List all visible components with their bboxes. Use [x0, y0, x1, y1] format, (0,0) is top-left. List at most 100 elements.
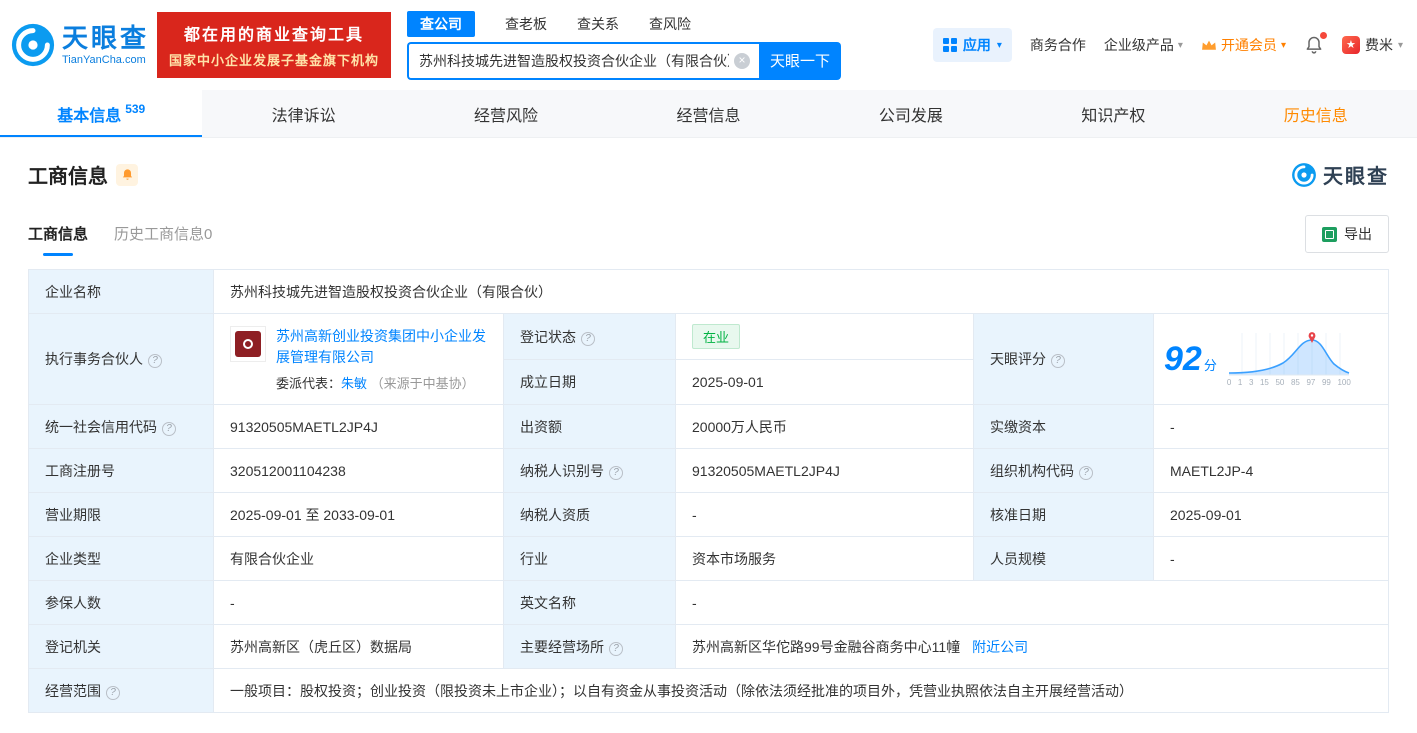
chart-tick: 0	[1226, 378, 1232, 387]
partner-logo[interactable]	[230, 326, 266, 362]
score-chart: 0 1 3 15 50 85 97 99 100	[1226, 331, 1351, 387]
chevron-down-icon: ▾	[1280, 39, 1286, 51]
nearby-companies-link[interactable]: 附近公司	[972, 639, 1028, 655]
label-text: 纳税人识别号	[520, 462, 604, 479]
field-label-established-date: 成立日期	[503, 359, 676, 405]
label-text: 行业	[520, 550, 548, 567]
label-text: 英文名称	[520, 594, 576, 611]
field-label-paid-capital: 实缴资本	[973, 404, 1154, 449]
section-header: 工商信息 天眼查	[28, 160, 1389, 189]
registration-authority-value: 苏州高新区（虎丘区）数据局	[213, 624, 504, 669]
industry-value: 资本市场服务	[675, 536, 974, 581]
uscc-value: 91320505MAETL2JP4J	[213, 404, 504, 449]
label-text: 出资额	[520, 418, 562, 435]
field-label-staff-size: 人员规模	[973, 536, 1154, 581]
subtab-history-business-info[interactable]: 历史工商信息0	[114, 223, 212, 246]
business-address-value: 苏州高新区华佗路99号金融谷商务中心11幢	[692, 638, 961, 655]
apps-menu[interactable]: 应用 ▾	[932, 28, 1012, 62]
paid-capital-value: -	[1153, 404, 1389, 449]
capital-value: 20000万人民币	[675, 404, 974, 449]
tianyancha-logo-icon	[11, 23, 55, 67]
field-label-registration-authority: 登记机关	[28, 624, 214, 669]
search-row: × 天眼一下	[407, 41, 842, 80]
partner-company-link[interactable]: 苏州高新创业投资集团中小企业发展管理有限公司	[276, 326, 487, 368]
company-type-value: 有限合伙企业	[213, 536, 504, 581]
subscribe-bell-button[interactable]	[116, 163, 138, 186]
search-input[interactable]	[407, 41, 760, 80]
clear-search-icon[interactable]: ×	[734, 52, 751, 69]
delegate-person-link[interactable]: 朱敏	[341, 376, 367, 391]
tab-history-info[interactable]: 历史信息	[1215, 90, 1417, 137]
search-tab-boss[interactable]: 查老板	[505, 14, 547, 34]
slogan-line2: 国家中小企业发展子基金旗下机构	[169, 53, 380, 68]
info-icon[interactable]	[106, 685, 120, 700]
insured-count-value: -	[213, 580, 504, 625]
chart-tick: 100	[1337, 378, 1351, 387]
chart-tick: 50	[1275, 378, 1285, 387]
taxpayer-qualification-value: -	[675, 492, 974, 537]
label-text: 执行事务合伙人	[45, 351, 143, 367]
username: 费米	[1364, 37, 1393, 53]
search-tab-relation[interactable]: 查关系	[577, 14, 619, 34]
tianyancha-score-cell: 92 分 0 1 3 15 50 85 97 99 100	[1153, 313, 1389, 405]
info-icon[interactable]	[162, 421, 176, 436]
field-label-executive-partner: 执行事务合伙人	[28, 313, 214, 405]
field-label-taxpayer-id: 纳税人识别号	[503, 448, 676, 493]
vip-menu[interactable]: 开通会员 ▾	[1201, 35, 1286, 55]
subtab-business-info[interactable]: 工商信息	[28, 223, 88, 246]
export-button[interactable]: 导出	[1305, 215, 1389, 253]
label-text: 企业类型	[45, 550, 101, 567]
score-number: 92	[1164, 339, 1202, 378]
slogan-line1: 都在用的商业查询工具	[184, 27, 365, 44]
tab-basic-info[interactable]: 基本信息 539	[0, 90, 203, 137]
info-icon[interactable]	[581, 331, 595, 346]
approval-date-value: 2025-09-01	[1153, 492, 1389, 537]
english-name-value: -	[675, 580, 1389, 625]
tab-operating-info[interactable]: 经营信息	[607, 90, 809, 137]
watermark-text: 天眼查	[1323, 166, 1389, 188]
top-menu: 应用 ▾ 商务合作 企业级产品 ▾ 开通会员 ▾ ★ 费米 ▾	[932, 28, 1403, 62]
chart-tick: 85	[1290, 378, 1300, 387]
tab-legal-proceedings[interactable]: 法律诉讼	[202, 90, 404, 137]
tianyancha-logo-icon	[1292, 162, 1316, 187]
info-icon[interactable]	[609, 465, 623, 480]
search-button[interactable]: 天眼一下	[759, 41, 842, 80]
site-logo[interactable]: 天眼查 TianYanCha.com	[10, 22, 149, 68]
field-label-english-name: 英文名称	[503, 580, 676, 625]
notification-bell[interactable]	[1304, 32, 1327, 55]
label-text: 实缴资本	[990, 418, 1046, 435]
tab-intellectual-property[interactable]: 知识产权	[1012, 90, 1214, 137]
user-menu[interactable]: ★ 费米 ▾	[1341, 35, 1403, 55]
excel-icon	[1322, 226, 1337, 242]
chevron-down-icon: ▾	[996, 39, 1002, 51]
partner-info: 苏州高新创业投资集团中小企业发展管理有限公司 委派代表：朱敏 （来源于中基协）	[276, 326, 487, 392]
export-label: 导出	[1344, 226, 1372, 242]
score-value[interactable]: 92 分	[1164, 340, 1217, 379]
chevron-down-icon: ▾	[1397, 39, 1403, 51]
biz-coop-link[interactable]: 商务合作	[1030, 35, 1086, 55]
score-unit: 分	[1203, 357, 1217, 373]
tab-operating-risk[interactable]: 经营风险	[405, 90, 607, 137]
info-icon[interactable]	[1051, 354, 1065, 368]
label-text: 登记机关	[45, 638, 101, 655]
label-text: 营业期限	[45, 506, 101, 523]
notification-dot	[1319, 32, 1327, 39]
label-text: 企业名称	[45, 283, 101, 300]
tab-label: 法律诉讼	[271, 107, 336, 125]
field-label-tianyancha-score: 天眼评分	[973, 313, 1154, 405]
label-text: 成立日期	[520, 374, 576, 390]
enterprise-label: 企业级产品	[1103, 37, 1174, 53]
business-info-table: 企业名称 苏州科技城先进智造股权投资合伙企业（有限合伙） 执行事务合伙人 苏州高…	[28, 269, 1389, 713]
label-text: 登记状态	[520, 328, 576, 345]
info-icon[interactable]	[609, 641, 623, 656]
info-icon[interactable]	[1079, 465, 1093, 480]
search-tab-company[interactable]: 查公司	[407, 10, 476, 37]
info-icon[interactable]	[148, 354, 162, 368]
enterprise-menu[interactable]: 企业级产品 ▾	[1104, 35, 1183, 55]
tab-label: 基本信息	[57, 107, 122, 125]
tab-count: 539	[125, 101, 146, 116]
logo-domain-text: TianYanCha.com	[62, 53, 146, 66]
label-text: 核准日期	[990, 506, 1046, 523]
tab-company-development[interactable]: 公司发展	[810, 90, 1012, 137]
search-tab-risk[interactable]: 查风险	[649, 14, 691, 34]
